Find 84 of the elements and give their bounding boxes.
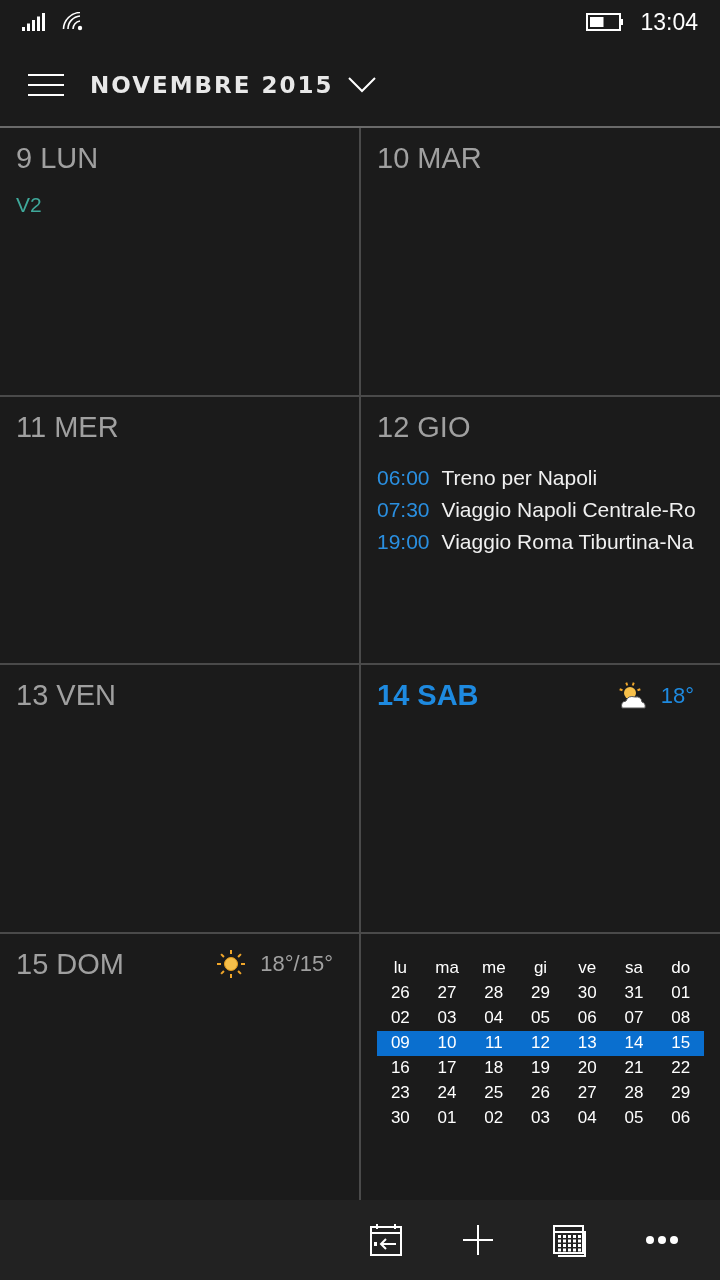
date-number[interactable]: 30 [377, 1108, 424, 1128]
date-number[interactable]: 15 [657, 1033, 704, 1053]
weekday-label: lu [392, 958, 408, 978]
date-number[interactable]: 27 [423, 983, 471, 1003]
signal-icon [22, 13, 46, 31]
date-number[interactable]: 29 [517, 983, 564, 1003]
caret-icon [347, 77, 376, 93]
day-label: 14 SAB [377, 679, 479, 712]
date-number[interactable]: 06 [563, 1008, 611, 1028]
day-cell[interactable]: 15 DOM 18°/15° [0, 933, 359, 1200]
date-number[interactable]: 08 [657, 1008, 704, 1028]
date-number[interactable]: 30 [563, 983, 611, 1003]
day-cell[interactable]: 14 SAB 18° [361, 665, 720, 932]
date-number[interactable]: 10 [423, 1033, 471, 1053]
date-number[interactable]: 29 [657, 1083, 704, 1103]
wifi-icon [62, 12, 84, 32]
day-label: 12 GIO [377, 410, 471, 444]
event-title[interactable]: Treno per Napoli [441, 465, 598, 490]
date-number[interactable]: 02 [470, 1108, 518, 1128]
date-number[interactable]: 05 [610, 1108, 658, 1128]
date-number[interactable]: 11 [470, 1033, 518, 1053]
day-label: 9 LUN [16, 142, 99, 175]
more-icon[interactable] [645, 1235, 679, 1245]
date-number[interactable]: 28 [610, 1083, 658, 1103]
menu-button[interactable] [28, 74, 64, 96]
date-number[interactable]: 23 [377, 1083, 424, 1103]
weekday-label: sa [623, 958, 644, 978]
day-cell[interactable]: 10 MAR [361, 128, 720, 395]
date-number[interactable]: 04 [563, 1108, 611, 1128]
day-cell[interactable]: 12 GIO 06:00 Treno per Napoli 07:30 Viaggio Napoli Centrale-Ro 19:00 Viaggio Roma Tiburtina-Na [361, 396, 720, 663]
temperature: 18°/15° [260, 951, 333, 977]
date-number[interactable]: 20 [563, 1058, 611, 1078]
weekday-label: me [480, 958, 507, 978]
date-number[interactable]: 25 [470, 1083, 518, 1103]
date-number[interactable]: 03 [423, 1008, 471, 1028]
date-number[interactable]: 01 [423, 1108, 471, 1128]
date-number[interactable]: 26 [517, 1083, 564, 1103]
date-number[interactable]: 27 [563, 1083, 611, 1103]
weekday-label: ma [434, 958, 460, 978]
day-label: 13 VEN [16, 679, 116, 712]
date-number[interactable]: 13 [563, 1033, 611, 1053]
weekday-label: gi [532, 958, 549, 978]
day-cell[interactable]: 9 LUN V2 [0, 128, 359, 395]
calendar-grid-icon[interactable] [552, 1223, 588, 1257]
day-cell[interactable]: 11 MER [0, 396, 359, 663]
date-number[interactable]: 04 [470, 1008, 518, 1028]
date-number[interactable]: 18 [470, 1058, 518, 1078]
date-number[interactable]: 12 [517, 1033, 564, 1053]
date-number[interactable]: 22 [657, 1058, 704, 1078]
date-number[interactable]: 28 [470, 983, 518, 1003]
selected-week[interactable]: 09 10 11 12 13 14 15 [377, 1030, 704, 1056]
weekday-label: do [670, 958, 692, 978]
date-number[interactable]: 14 [610, 1033, 658, 1053]
day-label: 10 MAR [377, 142, 482, 175]
event-time: 06:00 [377, 465, 430, 490]
event-title[interactable]: Viaggio Napoli Centrale-Ro [441, 497, 696, 522]
date-number[interactable]: 19 [517, 1058, 564, 1078]
date-number[interactable]: 26 [377, 983, 424, 1003]
event-time: 07:30 [377, 497, 430, 522]
date-number[interactable]: 01 [657, 983, 704, 1003]
date-number[interactable]: 24 [423, 1083, 471, 1103]
day-label: 11 MER [16, 410, 119, 444]
event-time: 19:00 [377, 529, 430, 554]
date-number[interactable]: 09 [377, 1033, 424, 1053]
date-number[interactable]: 06 [657, 1108, 704, 1128]
day-label: 15 DOM [16, 947, 124, 981]
event-title[interactable]: Viaggio Roma Tiburtina-Na [441, 529, 694, 554]
all-day-event[interactable]: V2 [16, 193, 343, 217]
date-number[interactable]: 16 [377, 1058, 424, 1078]
date-number[interactable]: 17 [423, 1058, 471, 1078]
date-number[interactable]: 21 [610, 1058, 658, 1078]
date-number[interactable]: 31 [610, 983, 658, 1003]
clock: 13:04 [640, 8, 698, 36]
date-number[interactable]: 05 [517, 1008, 564, 1028]
date-number[interactable]: 07 [610, 1008, 658, 1028]
date-number[interactable]: 03 [517, 1108, 564, 1128]
plus-icon[interactable] [462, 1224, 494, 1256]
date-number[interactable]: 02 [377, 1008, 424, 1028]
sun-icon [216, 949, 247, 979]
battery-icon [586, 12, 625, 32]
day-cell[interactable]: 13 VEN [0, 665, 359, 932]
month-selector[interactable]: NOVEMBRE 2015 [90, 72, 376, 98]
temperature: 18° [660, 682, 694, 709]
weekday-label: ve [577, 958, 598, 978]
